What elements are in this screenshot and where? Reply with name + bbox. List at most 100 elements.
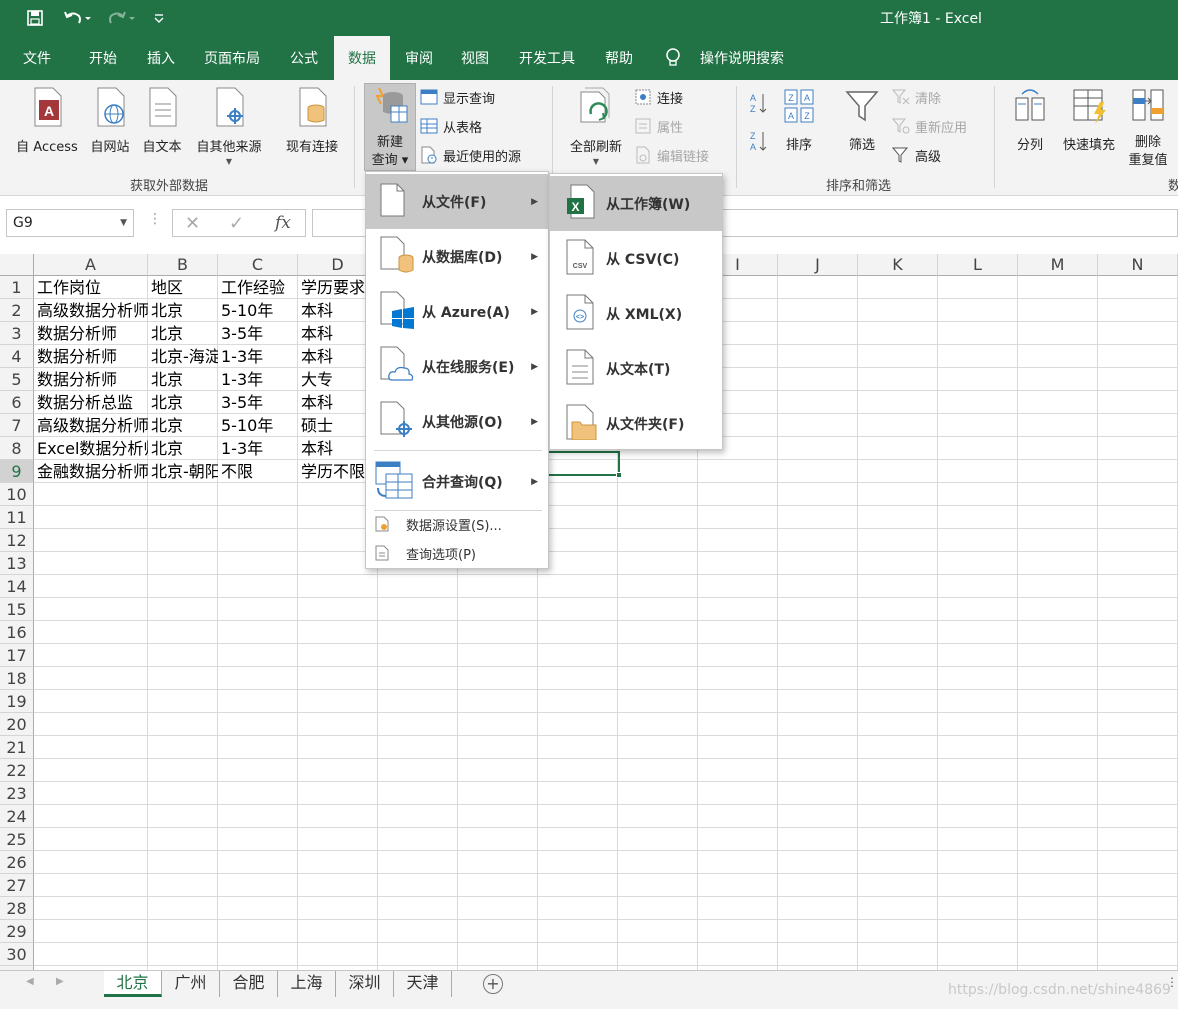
row-header-2[interactable]: 2 bbox=[0, 299, 34, 322]
row-header-6[interactable]: 6 bbox=[0, 391, 34, 414]
row-header-14[interactable]: 14 bbox=[0, 575, 34, 598]
tab-home[interactable]: 开始 bbox=[74, 36, 132, 80]
cell-b5[interactable]: 北京 bbox=[148, 368, 218, 391]
column-header-b[interactable]: B bbox=[148, 254, 218, 276]
column-header-n[interactable]: N bbox=[1098, 254, 1178, 276]
sheet-tab-guangzhou[interactable]: 广州 bbox=[162, 971, 220, 997]
new-query-button[interactable]: 新建 查询 ▾ bbox=[364, 86, 416, 170]
more-options-icon[interactable]: ⋮ bbox=[148, 211, 162, 227]
tab-file[interactable]: 文件 bbox=[8, 36, 66, 80]
add-sheet-icon[interactable]: + bbox=[483, 974, 503, 994]
from-web-button[interactable]: 自网站 bbox=[86, 86, 134, 155]
row-header-8[interactable]: 8 bbox=[0, 437, 34, 460]
cell-b4[interactable]: 北京-海淀 bbox=[148, 345, 218, 368]
cell-a7[interactable]: 高级数据分析师 bbox=[34, 414, 148, 437]
refresh-all-button[interactable]: 全部刷新 ▼ bbox=[560, 86, 632, 166]
existing-connections-button[interactable]: 现有连接 bbox=[280, 86, 344, 155]
reapply-button[interactable]: 重新应用 bbox=[891, 115, 967, 137]
menu-item-query-options[interactable]: 查询选项(P) bbox=[366, 539, 548, 567]
filter-button[interactable]: 筛选 bbox=[840, 86, 884, 153]
column-header-j[interactable]: J bbox=[778, 254, 858, 276]
menu-item-from-text[interactable]: 从文本(T) bbox=[550, 341, 722, 396]
menu-item-from-database[interactable]: 从数据库(D) ▶ bbox=[366, 229, 548, 284]
cell-a5[interactable]: 数据分析师 bbox=[34, 368, 148, 391]
cell-b7[interactable]: 北京 bbox=[148, 414, 218, 437]
scroll-right-icon[interactable]: ▶ bbox=[56, 976, 64, 987]
clear-filter-button[interactable]: 清除 bbox=[891, 86, 941, 108]
tab-insert[interactable]: 插入 bbox=[132, 36, 190, 80]
menu-item-data-source-settings[interactable]: 数据源设置(S)... bbox=[366, 510, 548, 538]
row-header-20[interactable]: 20 bbox=[0, 713, 34, 736]
cell-b1[interactable]: 地区 bbox=[148, 276, 218, 299]
insert-function-icon[interactable]: fx bbox=[275, 213, 291, 233]
menu-item-from-xml[interactable]: <> 从 XML(X) bbox=[550, 286, 722, 341]
row-header-11[interactable]: 11 bbox=[0, 506, 34, 529]
column-header-a[interactable]: A bbox=[34, 254, 148, 276]
cell-a4[interactable]: 数据分析师 bbox=[34, 345, 148, 368]
column-header-k[interactable]: K bbox=[858, 254, 938, 276]
row-header-3[interactable]: 3 bbox=[0, 322, 34, 345]
sheet-tab-beijing[interactable]: 北京 bbox=[104, 971, 162, 997]
cell-c9[interactable]: 不限 bbox=[218, 460, 298, 483]
cell-a6[interactable]: 数据分析总监 bbox=[34, 391, 148, 414]
properties-button[interactable]: 属性 bbox=[634, 115, 683, 137]
menu-item-from-other-sources[interactable]: 从其他源(O) ▶ bbox=[366, 394, 548, 449]
menu-item-combine-queries[interactable]: 合并查询(Q) ▶ bbox=[366, 454, 548, 509]
row-header-1[interactable]: 1 bbox=[0, 276, 34, 299]
from-text-button[interactable]: 自文本 bbox=[138, 86, 186, 155]
advanced-filter-button[interactable]: 高级 bbox=[891, 144, 941, 166]
undo-icon[interactable] bbox=[60, 8, 94, 28]
cell-a3[interactable]: 数据分析师 bbox=[34, 322, 148, 345]
cell-a9[interactable]: 金融数据分析师 bbox=[34, 460, 148, 483]
lightbulb-icon[interactable] bbox=[662, 36, 684, 80]
redo-icon[interactable] bbox=[104, 8, 138, 28]
row-header-7[interactable]: 7 bbox=[0, 414, 34, 437]
row-header-5[interactable]: 5 bbox=[0, 368, 34, 391]
cell-c4[interactable]: 1-3年 bbox=[218, 345, 298, 368]
from-table-button[interactable]: 从表格 bbox=[420, 115, 482, 137]
column-header-m[interactable]: M bbox=[1018, 254, 1098, 276]
fill-handle[interactable] bbox=[616, 472, 622, 478]
sheet-tab-shanghai[interactable]: 上海 bbox=[278, 971, 336, 997]
menu-item-from-online-services[interactable]: 从在线服务(E) ▶ bbox=[366, 339, 548, 394]
cell-c5[interactable]: 1-3年 bbox=[218, 368, 298, 391]
cell-b8[interactable]: 北京 bbox=[148, 437, 218, 460]
cell-c2[interactable]: 5-10年 bbox=[218, 299, 298, 322]
menu-item-from-azure[interactable]: 从 Azure(A) ▶ bbox=[366, 284, 548, 339]
selected-cell-g9[interactable] bbox=[538, 451, 622, 478]
row-header-17[interactable]: 17 bbox=[0, 644, 34, 667]
row-header-16[interactable]: 16 bbox=[0, 621, 34, 644]
row-header-4[interactable]: 4 bbox=[0, 345, 34, 368]
menu-item-from-folder[interactable]: 从文件夹(F) bbox=[550, 396, 722, 451]
cell-b6[interactable]: 北京 bbox=[148, 391, 218, 414]
cancel-icon[interactable]: ✕ bbox=[185, 213, 200, 234]
from-access-button[interactable]: A 自 Access bbox=[10, 86, 84, 155]
cell-c6[interactable]: 3-5年 bbox=[218, 391, 298, 414]
column-header-l[interactable]: L bbox=[938, 254, 1018, 276]
row-header-22[interactable]: 22 bbox=[0, 759, 34, 782]
row-header-23[interactable]: 23 bbox=[0, 782, 34, 805]
row-header-25[interactable]: 25 bbox=[0, 828, 34, 851]
tab-review[interactable]: 审阅 bbox=[392, 36, 446, 80]
menu-item-from-file[interactable]: 从文件(F) ▶ bbox=[366, 174, 548, 229]
column-header-c[interactable]: C bbox=[218, 254, 298, 276]
row-header-24[interactable]: 24 bbox=[0, 805, 34, 828]
tab-formulas[interactable]: 公式 bbox=[276, 36, 332, 80]
tab-help[interactable]: 帮助 bbox=[592, 36, 646, 80]
tab-data[interactable]: 数据 bbox=[334, 36, 390, 80]
customize-qat-icon[interactable] bbox=[150, 8, 168, 28]
cell-b9[interactable]: 北京-朝阳 bbox=[148, 460, 218, 483]
row-header-12[interactable]: 12 bbox=[0, 529, 34, 552]
recent-sources-button[interactable]: 最近使用的源 bbox=[420, 144, 521, 166]
sheet-tab-shenzhen[interactable]: 深圳 bbox=[336, 971, 394, 997]
cell-b2[interactable]: 北京 bbox=[148, 299, 218, 322]
text-to-columns-button[interactable]: 分列 bbox=[1008, 86, 1052, 153]
row-header-30[interactable]: 30 bbox=[0, 943, 34, 966]
show-queries-button[interactable]: 显示查询 bbox=[420, 86, 495, 108]
sheet-tab-hefei[interactable]: 合肥 bbox=[220, 971, 278, 997]
from-other-sources-button[interactable]: 自其他来源 ▼ bbox=[190, 86, 268, 166]
row-header-29[interactable]: 29 bbox=[0, 920, 34, 943]
tab-view[interactable]: 视图 bbox=[448, 36, 502, 80]
cell-c7[interactable]: 5-10年 bbox=[218, 414, 298, 437]
row-header-18[interactable]: 18 bbox=[0, 667, 34, 690]
